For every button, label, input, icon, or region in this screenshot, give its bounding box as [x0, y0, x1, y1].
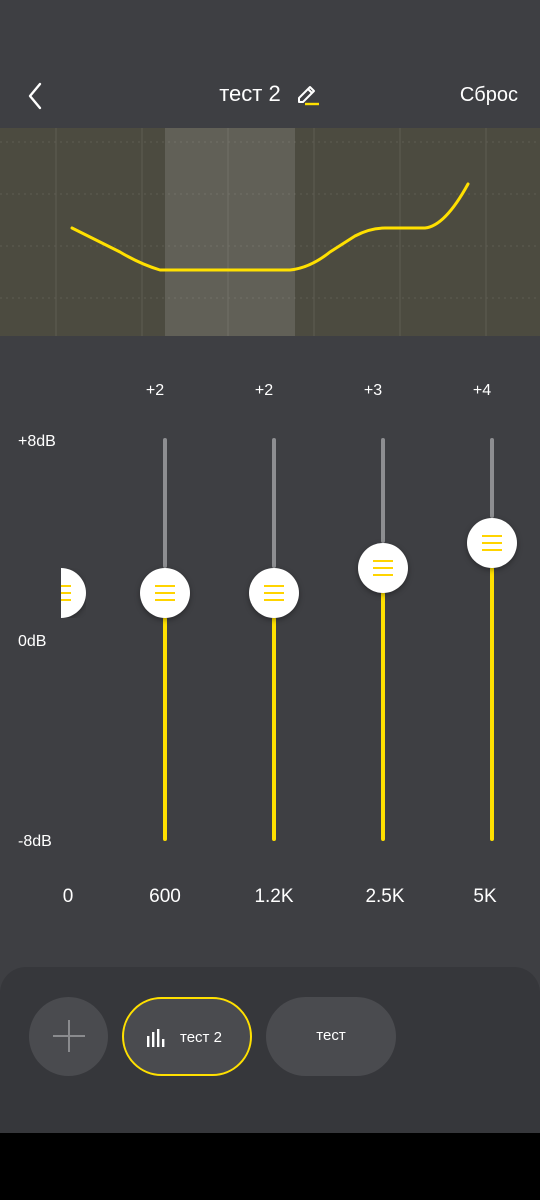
preset-chip-label: тест	[316, 1027, 346, 1044]
add-preset-button[interactable]	[29, 997, 108, 1076]
edit-title-button[interactable]	[295, 81, 321, 107]
pencil-icon	[297, 86, 319, 106]
eq-curve-svg	[0, 128, 540, 336]
slider-knob-partial[interactable]	[61, 568, 86, 618]
band-gain-label: +2	[254, 382, 274, 399]
band-slider-0[interactable]	[36, 568, 86, 618]
slider-knob[interactable]	[358, 543, 408, 593]
db-label-top: +8dB	[18, 433, 56, 450]
db-label-middle: 0dB	[18, 633, 47, 650]
preset-chip-label: тест 2	[180, 1029, 222, 1046]
slider-track-filled	[381, 592, 385, 841]
band-frequency-label: 600	[149, 886, 181, 907]
slider-knob[interactable]	[140, 568, 190, 618]
preset-chip[interactable]: тест	[266, 997, 396, 1076]
slider-track-filled	[272, 617, 276, 841]
equalizer-bars-icon	[147, 1029, 165, 1047]
slider-track-filled	[490, 567, 494, 841]
band-frequency-label: 2.5K	[365, 886, 405, 907]
top-bar: тест 2 Сброс	[0, 60, 540, 132]
band-frequency-label: 5K	[473, 886, 497, 907]
slider-track-upper	[381, 438, 385, 543]
preset-title: тест 2	[219, 81, 281, 107]
slider-knob[interactable]	[467, 518, 517, 568]
slider-track-upper	[490, 438, 494, 518]
db-label-bottom: -8dB	[18, 833, 52, 850]
slider-track-upper	[163, 438, 167, 568]
band-frequency-label: 1.2K	[254, 886, 294, 907]
band-frequency-label: 0	[62, 886, 74, 907]
slider-track-filled	[163, 617, 167, 841]
eq-curve-graph	[0, 128, 540, 336]
system-navigation-bar	[0, 1133, 540, 1200]
band-gain-label: +4	[472, 382, 492, 399]
slider-track-upper	[272, 438, 276, 568]
band-gain-label: +3	[363, 382, 383, 399]
preset-chip-active[interactable]: тест 2	[122, 997, 252, 1076]
reset-button[interactable]: Сброс	[460, 84, 518, 107]
selected-band-highlight	[165, 128, 295, 336]
band-gain-label: +2	[145, 382, 165, 399]
slider-knob[interactable]	[249, 568, 299, 618]
